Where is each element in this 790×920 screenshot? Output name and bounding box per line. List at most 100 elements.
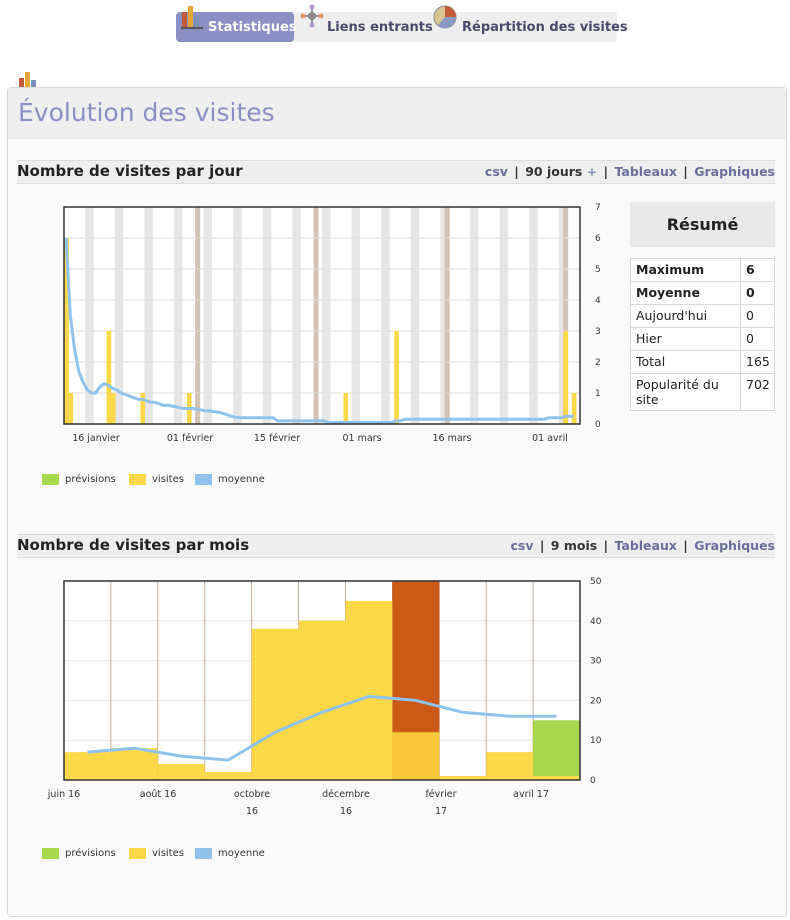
weekend-band xyxy=(262,207,268,424)
weekend-band xyxy=(203,207,208,424)
stats-bar-icon xyxy=(180,4,204,34)
monthly-visits-chart: 0 10 20 30 40 50 juin 16 août 16 octobre 16 décemb… xyxy=(47,577,602,817)
section-links: csv | 9 mois | Tableaux | Graphiques xyxy=(510,538,775,553)
tab-label: Répartition des visites xyxy=(462,20,628,35)
summary-label: Popularité du site xyxy=(630,373,741,411)
y-tick-label: 2 xyxy=(595,358,601,368)
tab-label: Liens entrants xyxy=(327,20,433,35)
bar xyxy=(298,620,346,780)
summary-label: Moyenne xyxy=(630,281,741,305)
x-tick-label: 01 mars xyxy=(342,433,381,444)
tab-statistiques[interactable]: Statistiques xyxy=(176,6,297,42)
bar xyxy=(68,393,74,424)
section-links: csv | 90 jours + | Tableaux | Graphiques xyxy=(485,164,775,179)
weekend-band xyxy=(440,207,445,424)
period-label: 90 jours xyxy=(525,164,583,179)
separator: | xyxy=(683,164,688,179)
x-tick-label: juin 16 xyxy=(47,789,80,800)
legend-swatch xyxy=(195,848,212,859)
separator: | xyxy=(603,538,609,553)
summary-value: 702 xyxy=(740,373,775,411)
period-plus-link[interactable]: + xyxy=(587,164,597,179)
weekend-band xyxy=(292,207,297,424)
weekend-band xyxy=(207,207,213,424)
weekend-band xyxy=(355,207,361,424)
summary-value: 0 xyxy=(740,327,775,351)
summary-table: Maximum 6 Moyenne 0 Aujourd'hui 0 Hier 0 Total 16… xyxy=(630,258,775,411)
summary-value: 0 xyxy=(740,281,775,305)
legend-label: prévisions xyxy=(65,848,116,859)
summary-label: Aujourd'hui xyxy=(630,304,741,328)
legend-swatch xyxy=(129,848,146,859)
pie-chart-icon xyxy=(432,4,458,34)
y-tick-label: 50 xyxy=(590,577,602,587)
summary-value: 6 xyxy=(740,258,775,282)
bar xyxy=(140,393,146,424)
separator: | xyxy=(603,164,609,179)
legend-swatch xyxy=(42,848,59,859)
y-tick-label: 0 xyxy=(595,420,601,430)
x-tick-label: août 16 xyxy=(140,789,177,800)
y-tick-label: 6 xyxy=(595,234,601,244)
summary-title: Résumé xyxy=(630,202,775,247)
weekend-band xyxy=(148,207,153,424)
csv-link[interactable]: csv xyxy=(485,164,508,179)
legend-label: moyenne xyxy=(218,474,265,485)
bar xyxy=(486,752,534,780)
separator: | xyxy=(683,538,688,553)
legend-swatch xyxy=(42,474,59,485)
forecast-bar xyxy=(533,720,580,777)
y-tick-label: 10 xyxy=(590,736,602,746)
summary-row: Aujourd'hui 0 xyxy=(630,304,775,328)
panel-header: Évolution des visites xyxy=(8,88,786,139)
separator: | xyxy=(514,164,519,179)
weekend-band xyxy=(237,207,242,424)
y-tick-label: 7 xyxy=(595,203,601,213)
summary-row: Hier 0 xyxy=(630,327,775,351)
weekend-band xyxy=(233,207,238,424)
csv-link[interactable]: csv xyxy=(510,538,533,553)
bar xyxy=(563,331,569,424)
y-tick-label: 4 xyxy=(595,296,601,306)
graphs-link[interactable]: Graphiques xyxy=(694,538,775,553)
tables-link[interactable]: Tableaux xyxy=(614,538,676,553)
summary-row: Moyenne 0 xyxy=(630,281,775,305)
bar xyxy=(394,331,399,424)
legend-label: visites xyxy=(152,474,184,485)
graphs-link[interactable]: Graphiques xyxy=(694,164,775,179)
weekend-band xyxy=(385,207,390,424)
summary-value: 165 xyxy=(740,350,775,374)
bar xyxy=(571,393,577,424)
month-band xyxy=(444,207,450,424)
bar xyxy=(204,772,252,780)
top-nav: Statistiques Liens entrants Répartition … xyxy=(176,4,628,42)
month-band xyxy=(195,207,201,424)
tab-label: Statistiques xyxy=(208,20,297,35)
bar xyxy=(110,393,116,424)
y-tick-label: 0 xyxy=(590,776,596,786)
tables-link[interactable]: Tableaux xyxy=(614,164,676,179)
bar xyxy=(157,764,205,780)
weekend-band xyxy=(322,207,327,424)
summary-row: Total 165 xyxy=(630,350,775,374)
summary-panel: Résumé Maximum 6 Moyenne 0 Aujourd'hui 0 Hier 0… xyxy=(630,202,775,411)
daily-legend: prévisions visites moyenne xyxy=(42,474,342,488)
weekend-band xyxy=(474,207,479,424)
summary-row: Maximum 6 xyxy=(630,258,775,282)
weekend-band xyxy=(296,207,301,424)
x-tick-label: 16 mars xyxy=(432,433,471,444)
x-tick-label: 01 avril xyxy=(532,433,568,444)
period-label: 9 mois xyxy=(550,538,598,553)
bar xyxy=(343,393,349,424)
x-tick-label: 01 février xyxy=(167,433,213,444)
legend-swatch xyxy=(195,474,212,485)
section-header-monthly: Nombre de visites par mois csv | 9 mois … xyxy=(17,534,775,558)
section-header-daily: Nombre de visites par jour csv | 90 jour… xyxy=(17,160,775,184)
legend-swatch xyxy=(129,474,146,485)
section-title: Nombre de visites par jour xyxy=(17,162,243,180)
summary-label: Total xyxy=(630,350,741,374)
tab-repartition[interactable]: Répartition des visites xyxy=(426,5,628,42)
tab-liens-entrants[interactable]: Liens entrants xyxy=(296,4,433,42)
bar xyxy=(392,732,440,780)
weekend-band xyxy=(533,207,538,424)
